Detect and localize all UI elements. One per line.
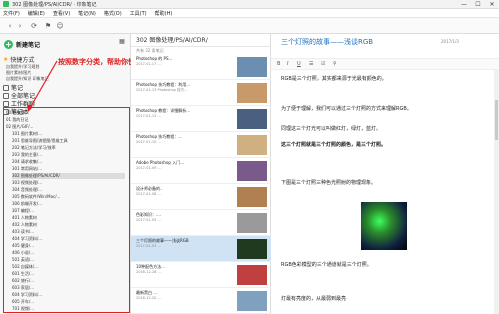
note-list-item[interactable]: 三个灯照的故事——浅谈RGB 2017-01-03 ... [131, 236, 271, 262]
note-thumbnail [237, 83, 267, 103]
note-paragraph: RGB是三个灯照，其实都来源于光最有颜色的。 [281, 76, 387, 82]
format-toolbar: B I U ☰ ☑ ⚲ [271, 58, 499, 70]
note-thumbnail [237, 161, 267, 181]
note-list-item[interactable]: 色彩知识：.... 2017-01-05 ... [131, 210, 271, 236]
note-item-snippet: 2016-12-20 ... [136, 296, 161, 300]
scrollbar[interactable] [494, 70, 499, 314]
note-item-snippet: 2017-01-03 ... [136, 244, 161, 248]
attach-icon[interactable]: ⚲ [333, 61, 337, 67]
scrollbar-thumb[interactable] [495, 100, 498, 140]
italic-icon[interactable]: I [287, 61, 288, 67]
checkbox-icon[interactable]: ☑ [321, 61, 325, 67]
note-list-item[interactable]: Photoshop 的 PS... 2017-01-17 ... [131, 54, 271, 80]
note-list-item[interactable]: 设计师必备的.. 2017-01-08 ... [131, 184, 271, 210]
note-item-snippet: 2017-01-05 ... [136, 218, 161, 222]
note-item-snippet: 2016-12-28 ... [136, 270, 161, 274]
notebook-header: 302 图像处理/PS/AI/CDR/ [131, 34, 271, 47]
note-thumbnail [237, 109, 267, 129]
rgb-light-image [361, 202, 407, 250]
list-icon[interactable]: ☰ [309, 61, 313, 67]
note-paragraph: 同理这三个灯光可以叫做红灯，绿灯，蓝灯。 [281, 126, 382, 132]
note-list: 302 图像处理/PS/AI/CDR/ 共有 32 条笔记 Photoshop … [131, 34, 271, 314]
note-item-snippet: 2017-01-13 Photoshop 技巧... [136, 88, 188, 92]
note-list-item[interactable]: Photoshop 教程：详细解析... 2017-01-12 ... [131, 106, 271, 132]
underline-icon[interactable]: U [297, 61, 301, 67]
note-list-item[interactable]: Photoshop 技巧教程：... 2017-01-10 ... [131, 132, 271, 158]
note-item-snippet: 2017-01-12 ... [136, 114, 161, 118]
note-paragraph: 为了便于理解，我们可以通过三个灯照的方式来理解RGB。 [281, 106, 412, 112]
bold-icon[interactable]: B [277, 61, 280, 67]
note-list-item[interactable]: 10种配色方法... 2016-12-28 ... [131, 262, 271, 288]
note-list-item[interactable]: Photoshop 技巧教程：利用... 2017-01-13 Photoshop… [131, 80, 271, 106]
note-item-snippet: 2017-01-17 ... [136, 62, 161, 66]
note-thumbnail [237, 239, 267, 259]
note-thumbnail [237, 57, 267, 77]
note-item-snippet: 2017-01-09 ... [136, 166, 161, 170]
note-item-snippet: 2017-01-10 ... [136, 140, 161, 144]
note-paragraph: 这三个灯照就是三个灯照的颜色，是三个灯照。 [281, 142, 387, 148]
note-title[interactable]: 三个灯照的故事——浅谈RGB [281, 37, 373, 47]
note-editor: 三个灯照的故事——浅谈RGB 2017/1/3 B I U ☰ ☑ ⚲ RGB是… [271, 34, 499, 314]
note-count: 共有 32 条笔记 [136, 48, 164, 53]
note-list-item[interactable]: Adobe Photoshop 入门... 2017-01-09 ... [131, 158, 271, 184]
note-paragraph: RGB色彩模型的三个通道就是三个灯照。 [281, 262, 372, 268]
note-thumbnail [237, 265, 267, 285]
note-item-snippet: 2017-01-08 ... [136, 192, 161, 196]
note-list-item[interactable]: 最新黑白 ... 2016-12-20 ... [131, 288, 271, 314]
note-paragraph: 灯最有亮度的，从最弱到最亮 [281, 296, 347, 302]
note-thumbnail [237, 135, 267, 155]
note-paragraph: 下图是三个灯照三种色光照射的物理现象。 [281, 180, 377, 186]
note-date: 2017/1/3 [441, 39, 459, 44]
note-thumbnail [237, 291, 267, 311]
note-thumbnail [237, 187, 267, 207]
note-thumbnail [237, 213, 267, 233]
